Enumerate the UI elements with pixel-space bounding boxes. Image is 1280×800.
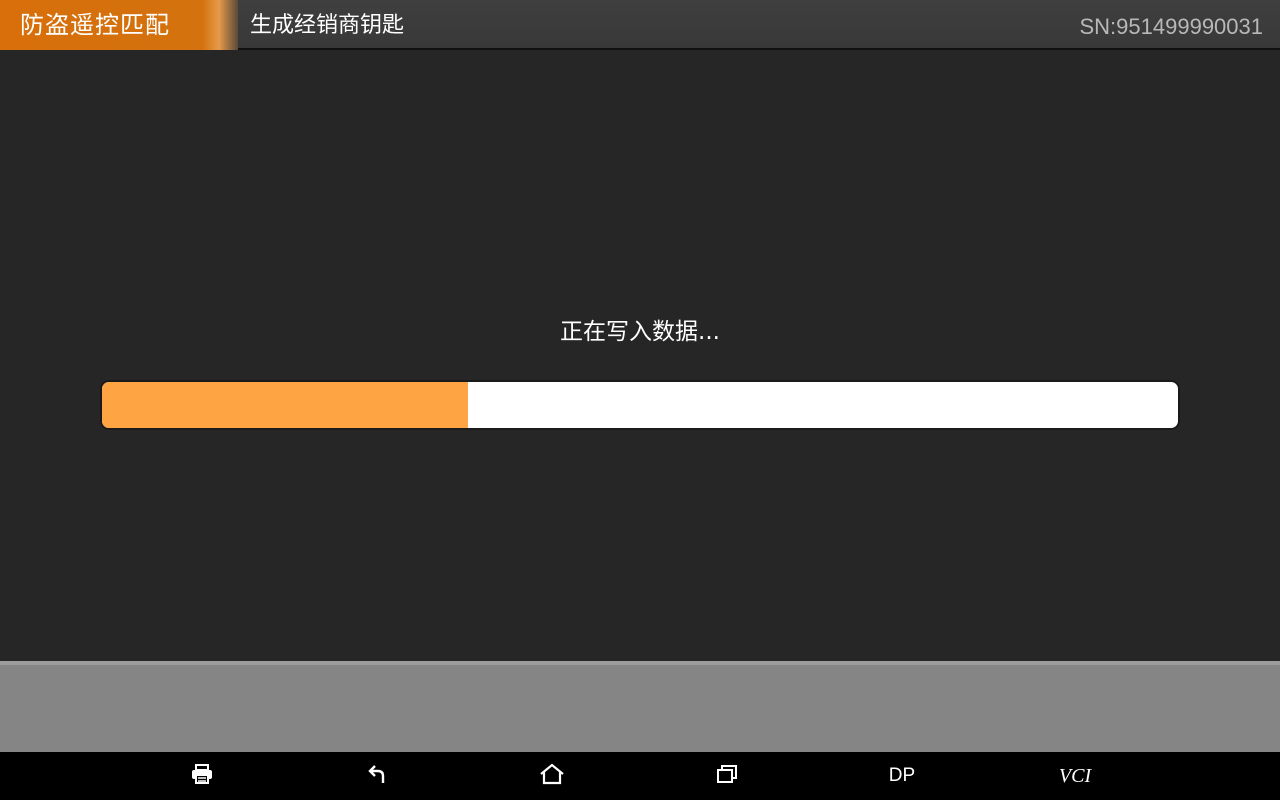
back-icon xyxy=(367,763,389,789)
status-message: 正在写入数据... xyxy=(560,319,720,345)
print-button[interactable] xyxy=(172,752,232,800)
back-button[interactable] xyxy=(348,752,408,800)
screen: 防盗遥控匹配 生成经销商钥匙 SN:951499990031 正在写入数据... xyxy=(0,0,1280,800)
recent-apps-icon xyxy=(716,764,738,788)
recent-apps-button[interactable] xyxy=(697,752,757,800)
vci-button[interactable]: VCI xyxy=(1045,752,1105,800)
navigation-bar: DP VCI xyxy=(0,752,1280,800)
home-icon xyxy=(539,763,565,789)
app-tab-label: 防盗遥控匹配 xyxy=(20,11,170,39)
page-title: 生成经销商钥匙 xyxy=(250,13,405,38)
serial-number: SN:951499990031 xyxy=(1079,14,1264,39)
home-button[interactable] xyxy=(522,752,582,800)
progress-bar xyxy=(100,380,1180,430)
vci-label: VCI xyxy=(1058,764,1092,787)
printer-icon xyxy=(190,764,214,788)
dp-button[interactable]: DP xyxy=(872,752,932,800)
top-bar: 防盗遥控匹配 生成经销商钥匙 SN:951499990031 xyxy=(0,0,1280,50)
progress-fill xyxy=(102,382,468,428)
dp-label: DP xyxy=(888,765,916,786)
bottom-panel xyxy=(0,661,1280,752)
app-tab[interactable]: 防盗遥控匹配 xyxy=(0,0,238,50)
